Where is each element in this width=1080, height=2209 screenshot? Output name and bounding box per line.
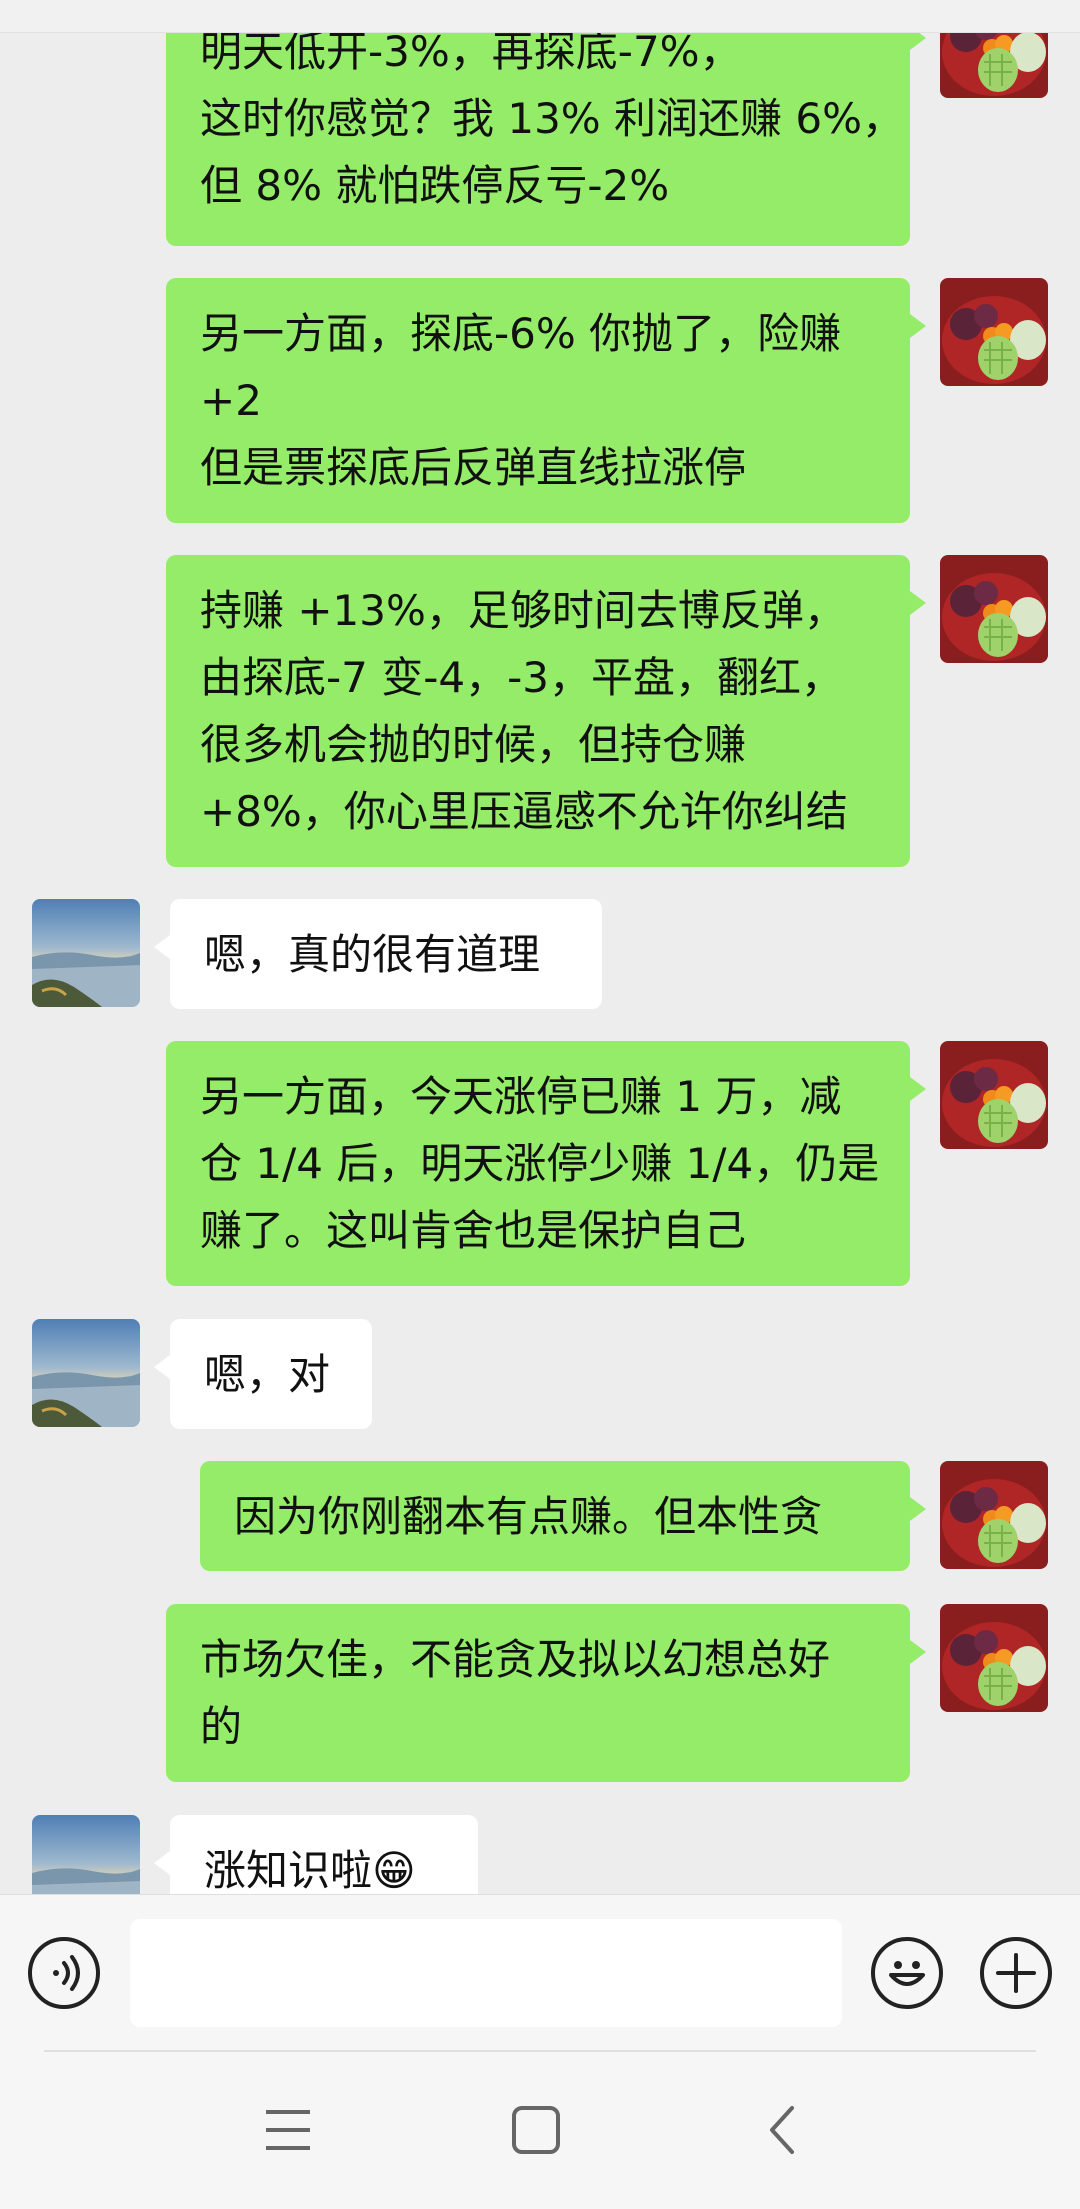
contact-avatar[interactable] [32,1319,140,1427]
message-text-line: 市场欠佳，不能贪及拟以幻想总好 [200,1635,831,1684]
home-icon [512,2106,560,2154]
message-bubble[interactable]: 另一方面，今天涨停已赚 1 万，减仓 1/4 后，明天涨停少赚 1/4，仍是 赚了… [166,1041,926,1286]
message-bubble[interactable]: 因为你刚翻本有点赚。但本性贪 [200,1461,926,1571]
nav-divider [44,2050,1036,2052]
avatar-fruit-basket-image [940,555,1048,663]
message-text-line: 持赚 +13%，足够时间去博反弹， [200,586,846,635]
input-bar [0,1894,1080,2051]
chat-area[interactable]: 明天低开-3%，再探底-7%， 这时你感觉？我 13% 利润还赚 6%，但 8% … [0,0,1080,1894]
message-text-line: 嗯，对 [204,1350,331,1399]
message-text-line: 涨知识啦😁 [204,1846,416,1894]
back-icon [770,2106,794,2154]
my-avatar[interactable] [940,278,1048,386]
plus-icon [996,1953,1036,1993]
avatar-landscape-image [32,899,140,1007]
message-text-line: 很多机会抛的时候，但持仓赚 [200,720,747,769]
message-bubble[interactable]: 明天低开-3%，再探底-7%， 这时你感觉？我 13% 利润还赚 6%，但 8% … [166,0,926,246]
message-text-line: 这时你感觉？我 13% 利润还赚 6%， [200,94,905,143]
message-text-line: 但是票探底后反弹直线拉涨停 [200,443,747,492]
my-avatar[interactable] [940,1041,1048,1149]
message-text-line: 仓 1/4 后，明天涨停少赚 1/4，仍是 [200,1139,880,1188]
message-text-line: 另一方面，探底-6% 你抛了，险赚 [200,309,842,358]
message-bubble[interactable]: 另一方面，探底-6% 你抛了，险赚 +2 但是票探底后反弹直线拉涨停 [166,278,926,523]
my-avatar[interactable] [940,1461,1048,1569]
avatar-fruit-basket-image [940,1041,1048,1149]
message-text-line: 由探底-7 变-4，-3，平盘，翻红， [200,653,843,702]
message-bubble[interactable]: 涨知识啦😁 [154,1815,478,1894]
emoji-button[interactable] [871,1937,943,2009]
avatar-landscape-image [32,1319,140,1427]
avatar-landscape-image [32,1815,140,1894]
menu-icon [266,2110,310,2150]
message-text-line: 赚了。这叫肯舍也是保护自己 [200,1206,747,1255]
voice-icon [53,1955,80,1991]
system-nav-bar [0,2050,1080,2209]
my-avatar[interactable] [940,555,1048,663]
voice-button[interactable] [28,1937,100,2009]
message-text-line: 嗯，真的很有道理 [204,930,541,979]
message-text-line: 但 8% 就怕跌停反亏-2% [200,161,670,210]
menu-button[interactable] [256,2098,320,2162]
avatar-fruit-basket-image [940,1461,1048,1569]
message-text-line: +8%，你心里压逼感不允许你纠结 [200,787,848,836]
message-input[interactable] [130,1919,842,2027]
avatar-fruit-basket-image [940,278,1048,386]
avatar-fruit-basket-image [940,1604,1048,1712]
contact-avatar[interactable] [32,1815,140,1894]
emoji-icon [889,1961,925,1986]
my-avatar[interactable] [940,1604,1048,1712]
message-text-line: 的 [200,1702,243,1751]
back-button[interactable] [752,2098,816,2162]
plus-button[interactable] [980,1937,1052,2009]
message-bubble[interactable]: 嗯，真的很有道理 [154,899,602,1009]
message-bubble[interactable]: 持赚 +13%，足够时间去博反弹， 由探底-7 变-4，-3，平盘，翻红， 很多机会… [166,555,926,867]
message-text-line: 另一方面，今天涨停已赚 1 万，减 [200,1072,842,1121]
message-bubble[interactable]: 市场欠佳，不能贪及拟以幻想总好的 [166,1604,926,1782]
home-button[interactable] [504,2098,568,2162]
contact-avatar[interactable] [32,899,140,1007]
message-text-line: +2 [200,376,262,425]
top-edge [0,0,1080,33]
message-text-line: 因为你刚翻本有点赚。但本性贪 [234,1492,823,1541]
message-bubble[interactable]: 嗯，对 [154,1319,372,1429]
